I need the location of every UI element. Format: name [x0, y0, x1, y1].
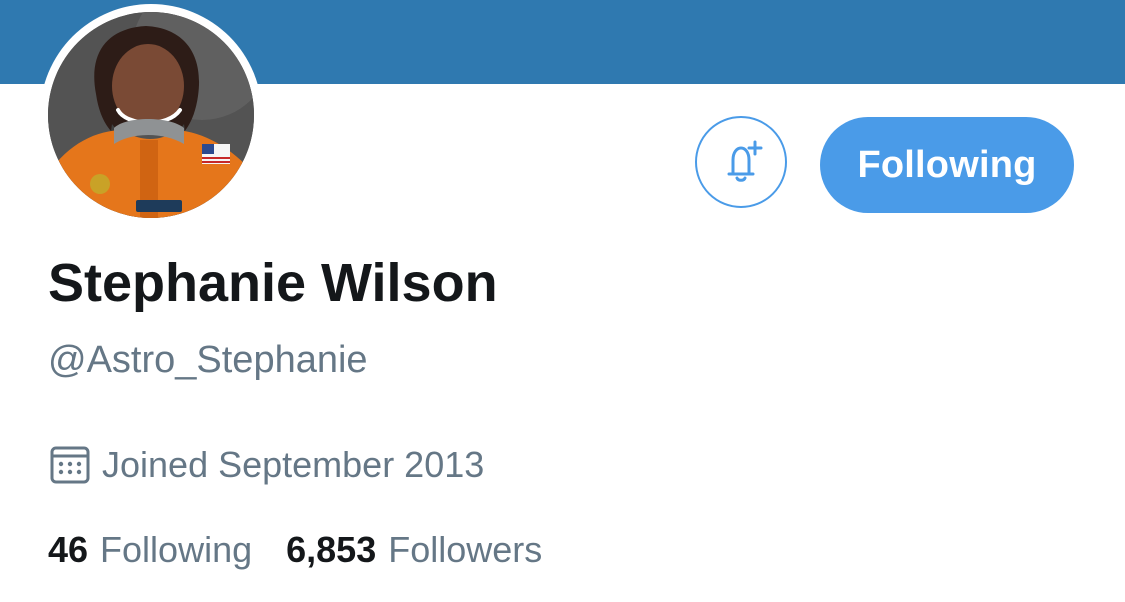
profile-avatar-frame [40, 4, 262, 226]
following-count[interactable]: 46 [48, 530, 88, 570]
bell-plus-icon [727, 140, 763, 182]
following-button[interactable]: Following [820, 117, 1074, 213]
avatar-portrait-image [48, 12, 254, 218]
followers-label[interactable]: Followers [388, 530, 542, 570]
joined-date-text: Joined September 2013 [102, 444, 485, 486]
profile-stats: 46 Following 6,853 Followers [48, 530, 576, 570]
joined-date-row: Joined September 2013 [48, 444, 484, 486]
profile-handle[interactable]: @Astro_Stephanie [48, 339, 368, 382]
followers-stat[interactable]: 6,853 Followers [286, 530, 542, 570]
following-label[interactable]: Following [100, 530, 252, 570]
profile-name: Stephanie Wilson [48, 253, 498, 313]
notifications-button[interactable] [695, 116, 787, 208]
followers-count[interactable]: 6,853 [286, 530, 376, 570]
calendar-icon [50, 446, 90, 484]
avatar[interactable] [48, 12, 254, 218]
following-stat[interactable]: 46 Following [48, 530, 252, 570]
